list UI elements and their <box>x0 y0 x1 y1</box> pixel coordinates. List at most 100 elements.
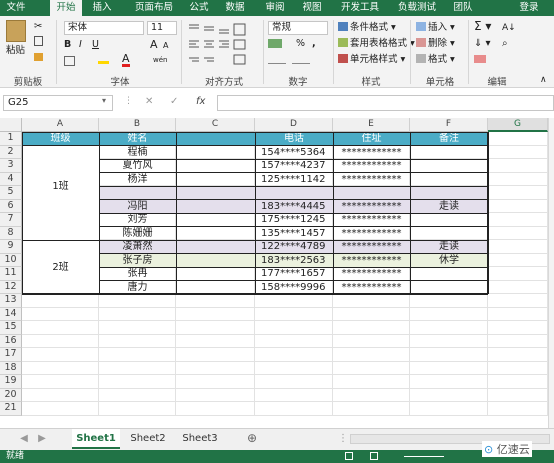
cell-styles-button[interactable]: 单元格样式 ▾ <box>338 53 405 66</box>
insert-cells-button[interactable]: 插入 ▾ <box>416 21 455 34</box>
note-cell[interactable]: 休学 <box>410 254 488 268</box>
class-cell[interactable]: 1班 <box>22 180 99 194</box>
find-icon[interactable]: ⌕ <box>502 37 508 50</box>
address-cell[interactable]: ************ <box>333 213 410 227</box>
fill-color-icon[interactable] <box>98 55 109 64</box>
header-cell[interactable]: 姓名 <box>99 132 176 146</box>
copy-icon[interactable] <box>34 36 43 46</box>
row-header-4[interactable]: 4 <box>0 172 22 186</box>
row-header-13[interactable]: 13 <box>0 294 22 308</box>
row-header-9[interactable]: 9 <box>0 240 22 254</box>
row-header-17[interactable]: 17 <box>0 348 22 362</box>
header-cell[interactable]: 电话 <box>255 132 333 146</box>
note-cell[interactable] <box>410 173 488 187</box>
phone-cell[interactable]: 125****1142 <box>255 173 333 187</box>
row-header-5[interactable]: 5 <box>0 186 22 200</box>
name-cell[interactable]: 唐力 <box>99 281 176 295</box>
header-cell[interactable]: 班级 <box>22 132 99 146</box>
address-cell[interactable]: ************ <box>333 227 410 241</box>
header-cell[interactable]: 备注 <box>410 132 488 146</box>
phone-cell[interactable] <box>255 186 333 200</box>
row-header-16[interactable]: 16 <box>0 334 22 348</box>
tab-data[interactable]: 数据 <box>222 0 248 16</box>
name-cell[interactable] <box>99 186 176 200</box>
row-header-2[interactable]: 2 <box>0 145 22 159</box>
name-box-dropdown-icon[interactable]: ▾ <box>102 96 106 105</box>
prev-sheet-icon[interactable]: ◀ <box>18 429 30 449</box>
tab-review[interactable]: 审阅 <box>262 0 288 16</box>
column-header-f[interactable]: F <box>410 118 488 132</box>
insert-function-icon[interactable]: fx <box>196 96 205 107</box>
select-all-corner[interactable] <box>0 118 22 132</box>
header-cell[interactable] <box>176 132 255 146</box>
sheet-tab-1[interactable]: Sheet1 <box>72 429 120 449</box>
row-header-1[interactable]: 1 <box>0 132 22 146</box>
font-size-combo[interactable]: 11 <box>147 21 177 35</box>
row-header-19[interactable]: 19 <box>0 375 22 389</box>
header-cell[interactable]: 住址 <box>333 132 410 146</box>
format-painter-icon[interactable] <box>34 53 43 61</box>
name-cell[interactable]: 凌萧然 <box>99 240 176 254</box>
note-cell[interactable]: 走读 <box>410 200 488 214</box>
address-cell[interactable] <box>333 186 410 200</box>
phone-cell[interactable]: 122****4789 <box>255 240 333 254</box>
fill-icon[interactable]: ⇓ ▾ <box>474 37 491 50</box>
tab-home[interactable]: 开始 <box>50 0 82 16</box>
collapse-ribbon-icon[interactable]: ∧ <box>540 74 547 87</box>
address-cell[interactable]: ************ <box>333 200 410 214</box>
phone-cell[interactable]: 135****1457 <box>255 227 333 241</box>
clear-icon[interactable] <box>474 55 486 63</box>
tab-load-test[interactable]: 负载测试 <box>394 0 440 16</box>
tab-page-layout[interactable]: 页面布局 <box>126 0 182 16</box>
phone-cell[interactable]: 158****9996 <box>255 281 333 295</box>
tab-formulas[interactable]: 公式 <box>186 0 212 16</box>
cancel-icon[interactable]: ✕ <box>145 96 153 107</box>
name-cell[interactable]: 程楠 <box>99 146 176 160</box>
note-cell[interactable]: 走读 <box>410 240 488 254</box>
note-cell[interactable] <box>410 267 488 281</box>
normal-view-icon[interactable] <box>345 452 353 460</box>
row-header-20[interactable]: 20 <box>0 388 22 402</box>
note-cell[interactable] <box>410 281 488 295</box>
note-cell[interactable] <box>410 159 488 173</box>
sheet-tab-3[interactable]: Sheet3 <box>176 429 224 449</box>
bold-button[interactable]: B <box>64 38 71 51</box>
sheet-tab-2[interactable]: Sheet2 <box>124 429 172 449</box>
address-cell[interactable]: ************ <box>333 281 410 295</box>
row-header-6[interactable]: 6 <box>0 199 22 213</box>
column-header-g[interactable]: G <box>488 118 548 132</box>
note-cell[interactable] <box>410 227 488 241</box>
grow-font-button[interactable]: A <box>150 38 158 51</box>
underline-button[interactable]: U <box>92 38 99 51</box>
add-sheet-icon[interactable]: ⊕ <box>244 429 260 449</box>
tab-file[interactable]: 文件 <box>0 0 32 16</box>
name-cell[interactable]: 刘芳 <box>99 213 176 227</box>
italic-button[interactable]: I <box>79 38 82 51</box>
name-cell[interactable]: 冯阳 <box>99 200 176 214</box>
name-cell[interactable]: 陈姗姗 <box>99 227 176 241</box>
phone-cell[interactable]: 157****4237 <box>255 159 333 173</box>
tab-team[interactable]: 团队 <box>450 0 476 16</box>
font-color-button[interactable]: A <box>122 53 130 67</box>
address-cell[interactable]: ************ <box>333 267 410 281</box>
row-header-10[interactable]: 10 <box>0 253 22 267</box>
name-cell[interactable]: 杨洋 <box>99 173 176 187</box>
column-header-c[interactable]: C <box>176 118 255 132</box>
name-cell[interactable]: 夏竹风 <box>99 159 176 173</box>
row-header-8[interactable]: 8 <box>0 226 22 240</box>
delete-cells-button[interactable]: 删除 ▾ <box>416 37 455 50</box>
row-header-3[interactable]: 3 <box>0 159 22 173</box>
format-as-table-button[interactable]: 套用表格格式 ▾ <box>338 37 415 50</box>
confirm-icon[interactable]: ✓ <box>170 96 178 107</box>
note-cell[interactable] <box>410 213 488 227</box>
class-cell[interactable]: 2班 <box>22 261 99 275</box>
tab-view[interactable]: 视图 <box>299 0 325 16</box>
font-name-combo[interactable]: 宋体 <box>64 21 144 35</box>
name-box[interactable]: G25 <box>3 95 113 111</box>
border-icon[interactable] <box>64 56 75 66</box>
paste-icon[interactable] <box>6 20 26 42</box>
column-header-a[interactable]: A <box>22 118 99 132</box>
comma-button[interactable]: , <box>312 37 316 50</box>
tab-developer[interactable]: 开发工具 <box>337 0 383 16</box>
note-cell[interactable] <box>410 146 488 160</box>
